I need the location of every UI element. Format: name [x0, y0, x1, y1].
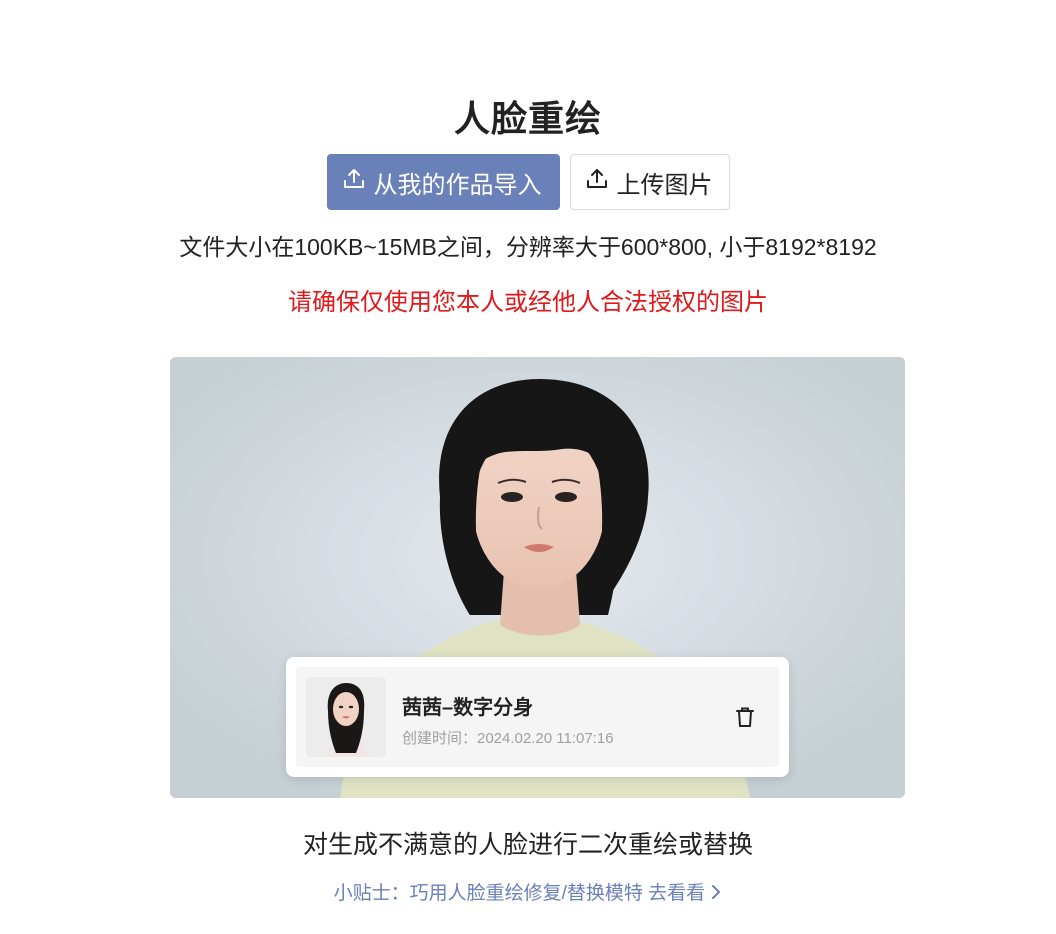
avatar: [306, 677, 386, 757]
page-title: 人脸重绘: [453, 98, 602, 139]
face-redraw-page: 人脸重绘 从我的作品导入 上传图片 文件大小在100KB~15MB之间，分辨率大…: [0, 0, 1056, 934]
upload-image-button[interactable]: 上传图片: [569, 154, 730, 210]
example-preview-image: 茜茜–数字分身 创建时间：2024.02.20 11:07:16: [170, 357, 905, 798]
tip-text: 小贴士：巧用人脸重绘修复/替换模特: [333, 883, 643, 904]
created-time-label: 创建时间：: [402, 730, 478, 747]
upload-icon: [342, 167, 366, 198]
import-from-works-button[interactable]: 从我的作品导入: [326, 154, 560, 210]
go-see-link[interactable]: 去看看: [648, 883, 722, 904]
upload-button-label: 上传图片: [616, 171, 713, 199]
avatar-card-body: 茜茜–数字分身 创建时间：2024.02.20 11:07:16: [296, 667, 779, 767]
created-time-value: 2024.02.20 11:07:16: [477, 730, 614, 747]
go-see-label: 去看看: [648, 883, 706, 904]
chevron-right-icon: [712, 885, 721, 899]
import-button-label: 从我的作品导入: [373, 171, 542, 199]
avatar-created-time: 创建时间：2024.02.20 11:07:16: [402, 727, 614, 748]
upload-actions: 从我的作品导入 上传图片: [0, 154, 1056, 210]
trash-icon[interactable]: [733, 705, 757, 729]
tip-line: 小贴士：巧用人脸重绘修复/替换模特 去看看: [0, 878, 1056, 905]
feature-caption: 对生成不满意的人脸进行二次重绘或替换: [302, 831, 753, 859]
authorization-warning: 请确保仅使用您本人或经他人合法授权的图片: [288, 289, 768, 316]
digital-avatar-card: 茜茜–数字分身 创建时间：2024.02.20 11:07:16: [286, 657, 789, 777]
file-requirements-text: 文件大小在100KB~15MB之间，分辨率大于600*800, 小于8192*8…: [179, 234, 877, 260]
avatar-name: 茜茜–数字分身: [402, 697, 534, 719]
upload-icon: [585, 167, 609, 198]
